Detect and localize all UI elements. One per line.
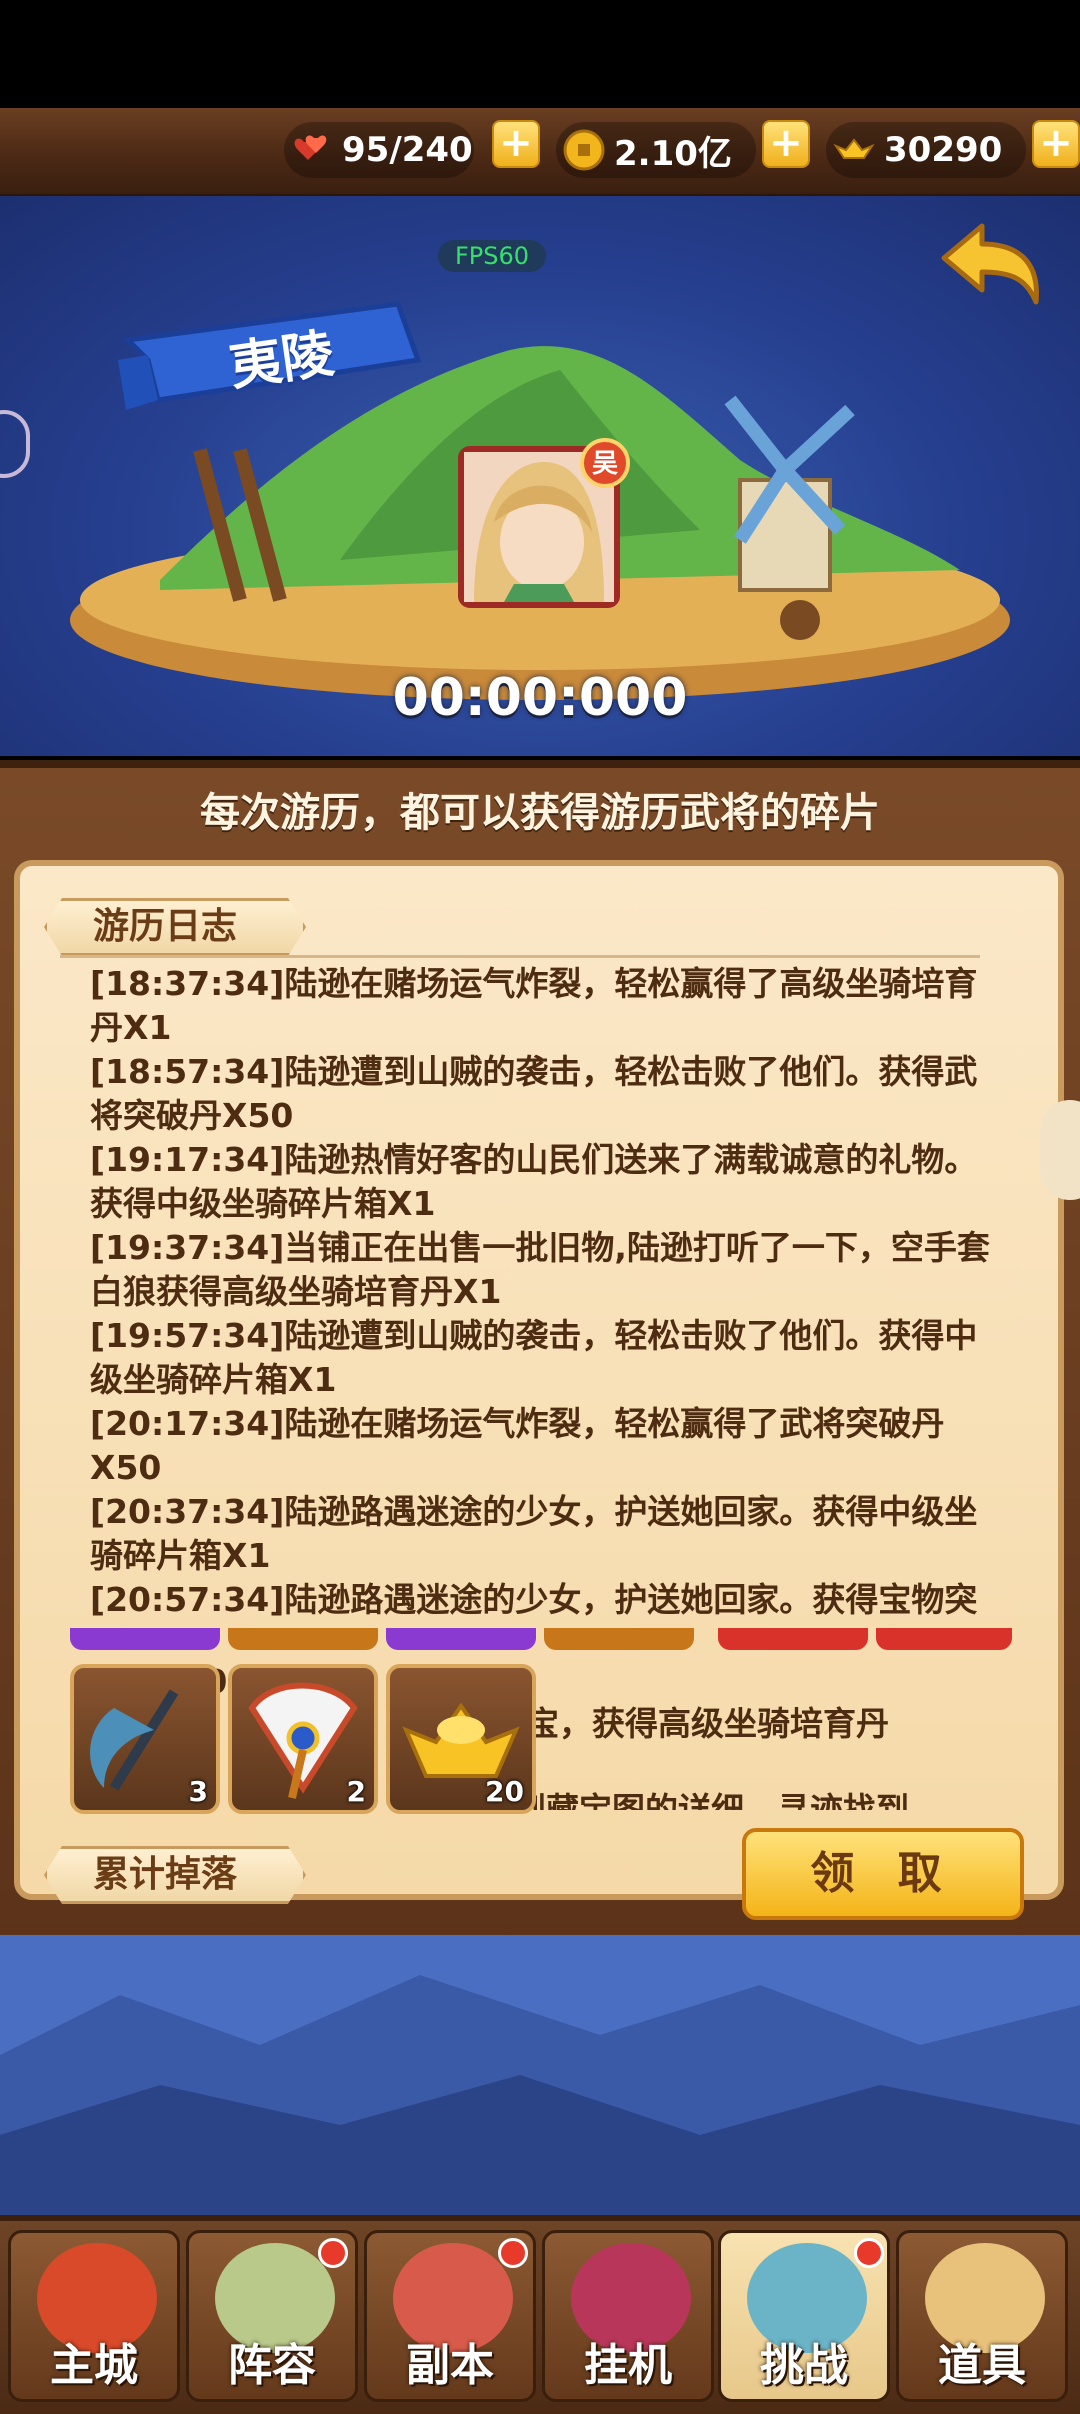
nav-tab-idle[interactable]: 挂机 bbox=[542, 2230, 714, 2402]
item-row-stub bbox=[386, 1628, 536, 1650]
nav-tab-label: 主城 bbox=[50, 2340, 138, 2391]
nav-tab-items[interactable]: 道具 bbox=[896, 2230, 1068, 2402]
drops-title-ribbon: 累计掉落 bbox=[44, 1846, 306, 1904]
log-title: 游历日志 bbox=[93, 906, 238, 947]
log-entry: [18:57:34]陆逊遭到山贼的袭击，轻松击败了他们。获得武将突破丹X50 bbox=[90, 1052, 978, 1135]
item-count: 2 bbox=[346, 1775, 366, 1808]
status-bar bbox=[0, 0, 1080, 108]
resource-bar: 95/240 + 2.10亿 + 30290 + bbox=[0, 108, 1080, 198]
log-overflow: 破石X10 的藏宝，获得高级坐骑培育丹 听到藏宝图的详细，寻迹找到 bbox=[90, 1660, 990, 1810]
notification-dot bbox=[498, 2238, 528, 2268]
log-overflow-line: 破石X10 bbox=[90, 1660, 990, 1704]
log-entry: [20:17:34]陆逊在赌场运气炸裂，轻松赢得了武将突破丹X50 bbox=[90, 1404, 945, 1487]
gold-display: 30290 bbox=[826, 122, 1026, 178]
right-edge-button[interactable] bbox=[1040, 1100, 1080, 1200]
notification-dot bbox=[854, 2238, 884, 2268]
mountain-backdrop bbox=[0, 1935, 1080, 2215]
coins-value: 2.10亿 bbox=[614, 133, 732, 174]
stamina-value: 95/240 bbox=[342, 130, 473, 170]
nav-tab-main-city[interactable]: 主城 bbox=[8, 2230, 180, 2402]
nav-tab-label: 阵容 bbox=[228, 2340, 316, 2391]
add-gold-button[interactable]: + bbox=[1032, 120, 1080, 168]
fps-counter: FPS60 bbox=[438, 240, 546, 272]
log-overflow-line: 听到藏宝图的详细，寻迹找到 bbox=[480, 1790, 909, 1810]
log-entry: [18:37:34]陆逊在赌场运气炸裂，轻松赢得了高级坐骑培育丹X1 bbox=[90, 964, 978, 1047]
log-entry: [20:57:34]陆逊路遇迷途的少女，护送她回家。获得宝物突 bbox=[90, 1580, 978, 1619]
claim-button[interactable]: 领 取 bbox=[742, 1828, 1024, 1920]
ingot-icon bbox=[833, 138, 875, 159]
log-entry: [19:17:34]陆逊热情好客的山民们送来了满载诚意的礼物。获得中级坐骑碎片箱… bbox=[90, 1140, 978, 1223]
coin-icon bbox=[563, 129, 605, 171]
log-entry: [19:37:34]当铺正在出售一批旧物,陆逊打听了一下，空手套白狼获得高级坐骑… bbox=[90, 1228, 990, 1311]
notification-dot bbox=[318, 2238, 348, 2268]
log-overflow-line: 的藏宝，获得高级坐骑培育丹 bbox=[460, 1704, 889, 1743]
item-count: 20 bbox=[485, 1775, 524, 1808]
drop-item[interactable]: 2 bbox=[228, 1664, 378, 1814]
add-coins-button[interactable]: + bbox=[762, 120, 810, 168]
item-row-stub bbox=[70, 1628, 220, 1650]
drop-item[interactable]: 3 bbox=[70, 1664, 220, 1814]
nav-tab-label: 挑战 bbox=[760, 2340, 848, 2391]
coins-display: 2.10亿 bbox=[556, 122, 756, 178]
log-title-ribbon: 游历日志 bbox=[44, 898, 306, 956]
panel-header: 每次游历，都可以获得游历武将的碎片 bbox=[200, 790, 880, 836]
travel-timer: 00:00:000 bbox=[392, 668, 688, 728]
item-row-stub bbox=[876, 1628, 1012, 1650]
nav-tab-label: 挂机 bbox=[584, 2340, 672, 2391]
item-count: 3 bbox=[188, 1775, 208, 1808]
nav-tab-label: 副本 bbox=[406, 2340, 494, 2391]
back-arrow-icon[interactable] bbox=[936, 218, 1046, 310]
item-row-stub bbox=[544, 1628, 694, 1650]
item-row-stub bbox=[718, 1628, 868, 1650]
item-row-stub bbox=[228, 1628, 378, 1650]
log-entry: [19:57:34]陆逊遭到山贼的袭击，轻松击败了他们。获得中级坐骑碎片箱X1 bbox=[90, 1316, 978, 1399]
drop-item[interactable]: 20 bbox=[386, 1664, 536, 1814]
drops-title: 累计掉落 bbox=[93, 1854, 238, 1895]
gold-value: 30290 bbox=[884, 130, 1003, 170]
log-entry: [20:37:34]陆逊路遇迷途的少女，护送她回家。获得中级坐骑碎片箱X1 bbox=[90, 1492, 978, 1575]
hearts-icon bbox=[294, 135, 327, 160]
nav-tab-label: 道具 bbox=[938, 2340, 1026, 2391]
stamina-display: 95/240 bbox=[284, 122, 474, 178]
log-divider bbox=[60, 955, 980, 958]
faction-badge: 吴 bbox=[580, 438, 630, 488]
add-stamina-button[interactable]: + bbox=[492, 120, 540, 168]
travel-log[interactable]: [18:37:34]陆逊在赌场运气炸裂，轻松赢得了高级坐骑培育丹X1 [18:5… bbox=[90, 962, 990, 1622]
